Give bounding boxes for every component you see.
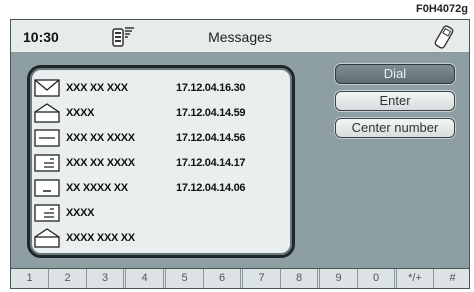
key-star-plus[interactable]: */+: [397, 269, 434, 288]
phone-messages-screen: 10:30 Messages XXX XX XXX 17.12.04.16.30…: [10, 19, 470, 269]
message-sender: XXXX: [66, 107, 95, 119]
envelope-closed-icon: [34, 79, 60, 97]
key-hash[interactable]: #: [434, 269, 471, 288]
mobile-phone-icon[interactable]: [431, 24, 457, 50]
envelope-open-icon: [34, 228, 60, 248]
key-3[interactable]: 3: [87, 269, 126, 288]
message-sender: XXX XX XXX: [66, 82, 128, 94]
message-plain-icon: [34, 129, 60, 147]
message-sent-icon: [34, 179, 60, 197]
message-text-icon: [34, 154, 60, 172]
key-6[interactable]: 6: [204, 269, 243, 288]
message-row[interactable]: XXX XX XXXX 17.12.04.14.56: [30, 126, 292, 150]
message-date: 17.12.04.14.59: [176, 107, 246, 119]
key-7[interactable]: 7: [243, 269, 281, 288]
key-9[interactable]: 9: [320, 269, 358, 288]
message-row[interactable]: XXXX: [30, 201, 292, 225]
dial-button[interactable]: Dial: [335, 64, 455, 84]
message-date: 17.12.04.14.56: [176, 132, 246, 144]
message-date: 17.12.04.16.30: [176, 82, 246, 94]
message-row[interactable]: XX XXXX XX 17.12.04.14.06: [30, 176, 292, 200]
message-row[interactable]: XXXX 17.12.04.14.59: [30, 101, 292, 125]
figure-code: F0H4072g: [416, 3, 468, 15]
key-0[interactable]: 0: [358, 269, 397, 288]
key-5[interactable]: 5: [166, 269, 204, 288]
message-date: 17.12.04.14.17: [176, 157, 246, 169]
message-row[interactable]: XXX XX XXXX 17.12.04.14.17: [30, 151, 292, 175]
message-row[interactable]: XXXX XXX XX: [30, 226, 292, 250]
key-8[interactable]: 8: [281, 269, 320, 288]
top-bar: 10:30 Messages: [11, 20, 469, 53]
message-row[interactable]: XXX XX XXX 17.12.04.16.30: [30, 76, 292, 100]
message-text-icon: [34, 204, 60, 222]
envelope-open-icon: [34, 103, 60, 123]
message-date: 17.12.04.14.06: [176, 182, 246, 194]
center-number-button[interactable]: Center number: [335, 118, 455, 138]
message-sender: XXX XX XXXX: [66, 157, 135, 169]
message-sender: XXXX: [66, 207, 95, 219]
keypad-strip: 1 2 3 4 5 6 7 8 9 0 */+ #: [10, 269, 470, 289]
message-sender: XXX XX XXXX: [66, 132, 135, 144]
message-sender: XX XXXX XX: [66, 182, 128, 194]
key-4[interactable]: 4: [126, 269, 166, 288]
enter-button[interactable]: Enter: [335, 91, 455, 111]
key-2[interactable]: 2: [49, 269, 87, 288]
message-list[interactable]: XXX XX XXX 17.12.04.16.30 XXXX 17.12.04.…: [27, 65, 295, 258]
screen-title: Messages: [208, 29, 272, 45]
key-1[interactable]: 1: [11, 269, 49, 288]
message-sender: XXXX XXX XX: [66, 232, 135, 244]
